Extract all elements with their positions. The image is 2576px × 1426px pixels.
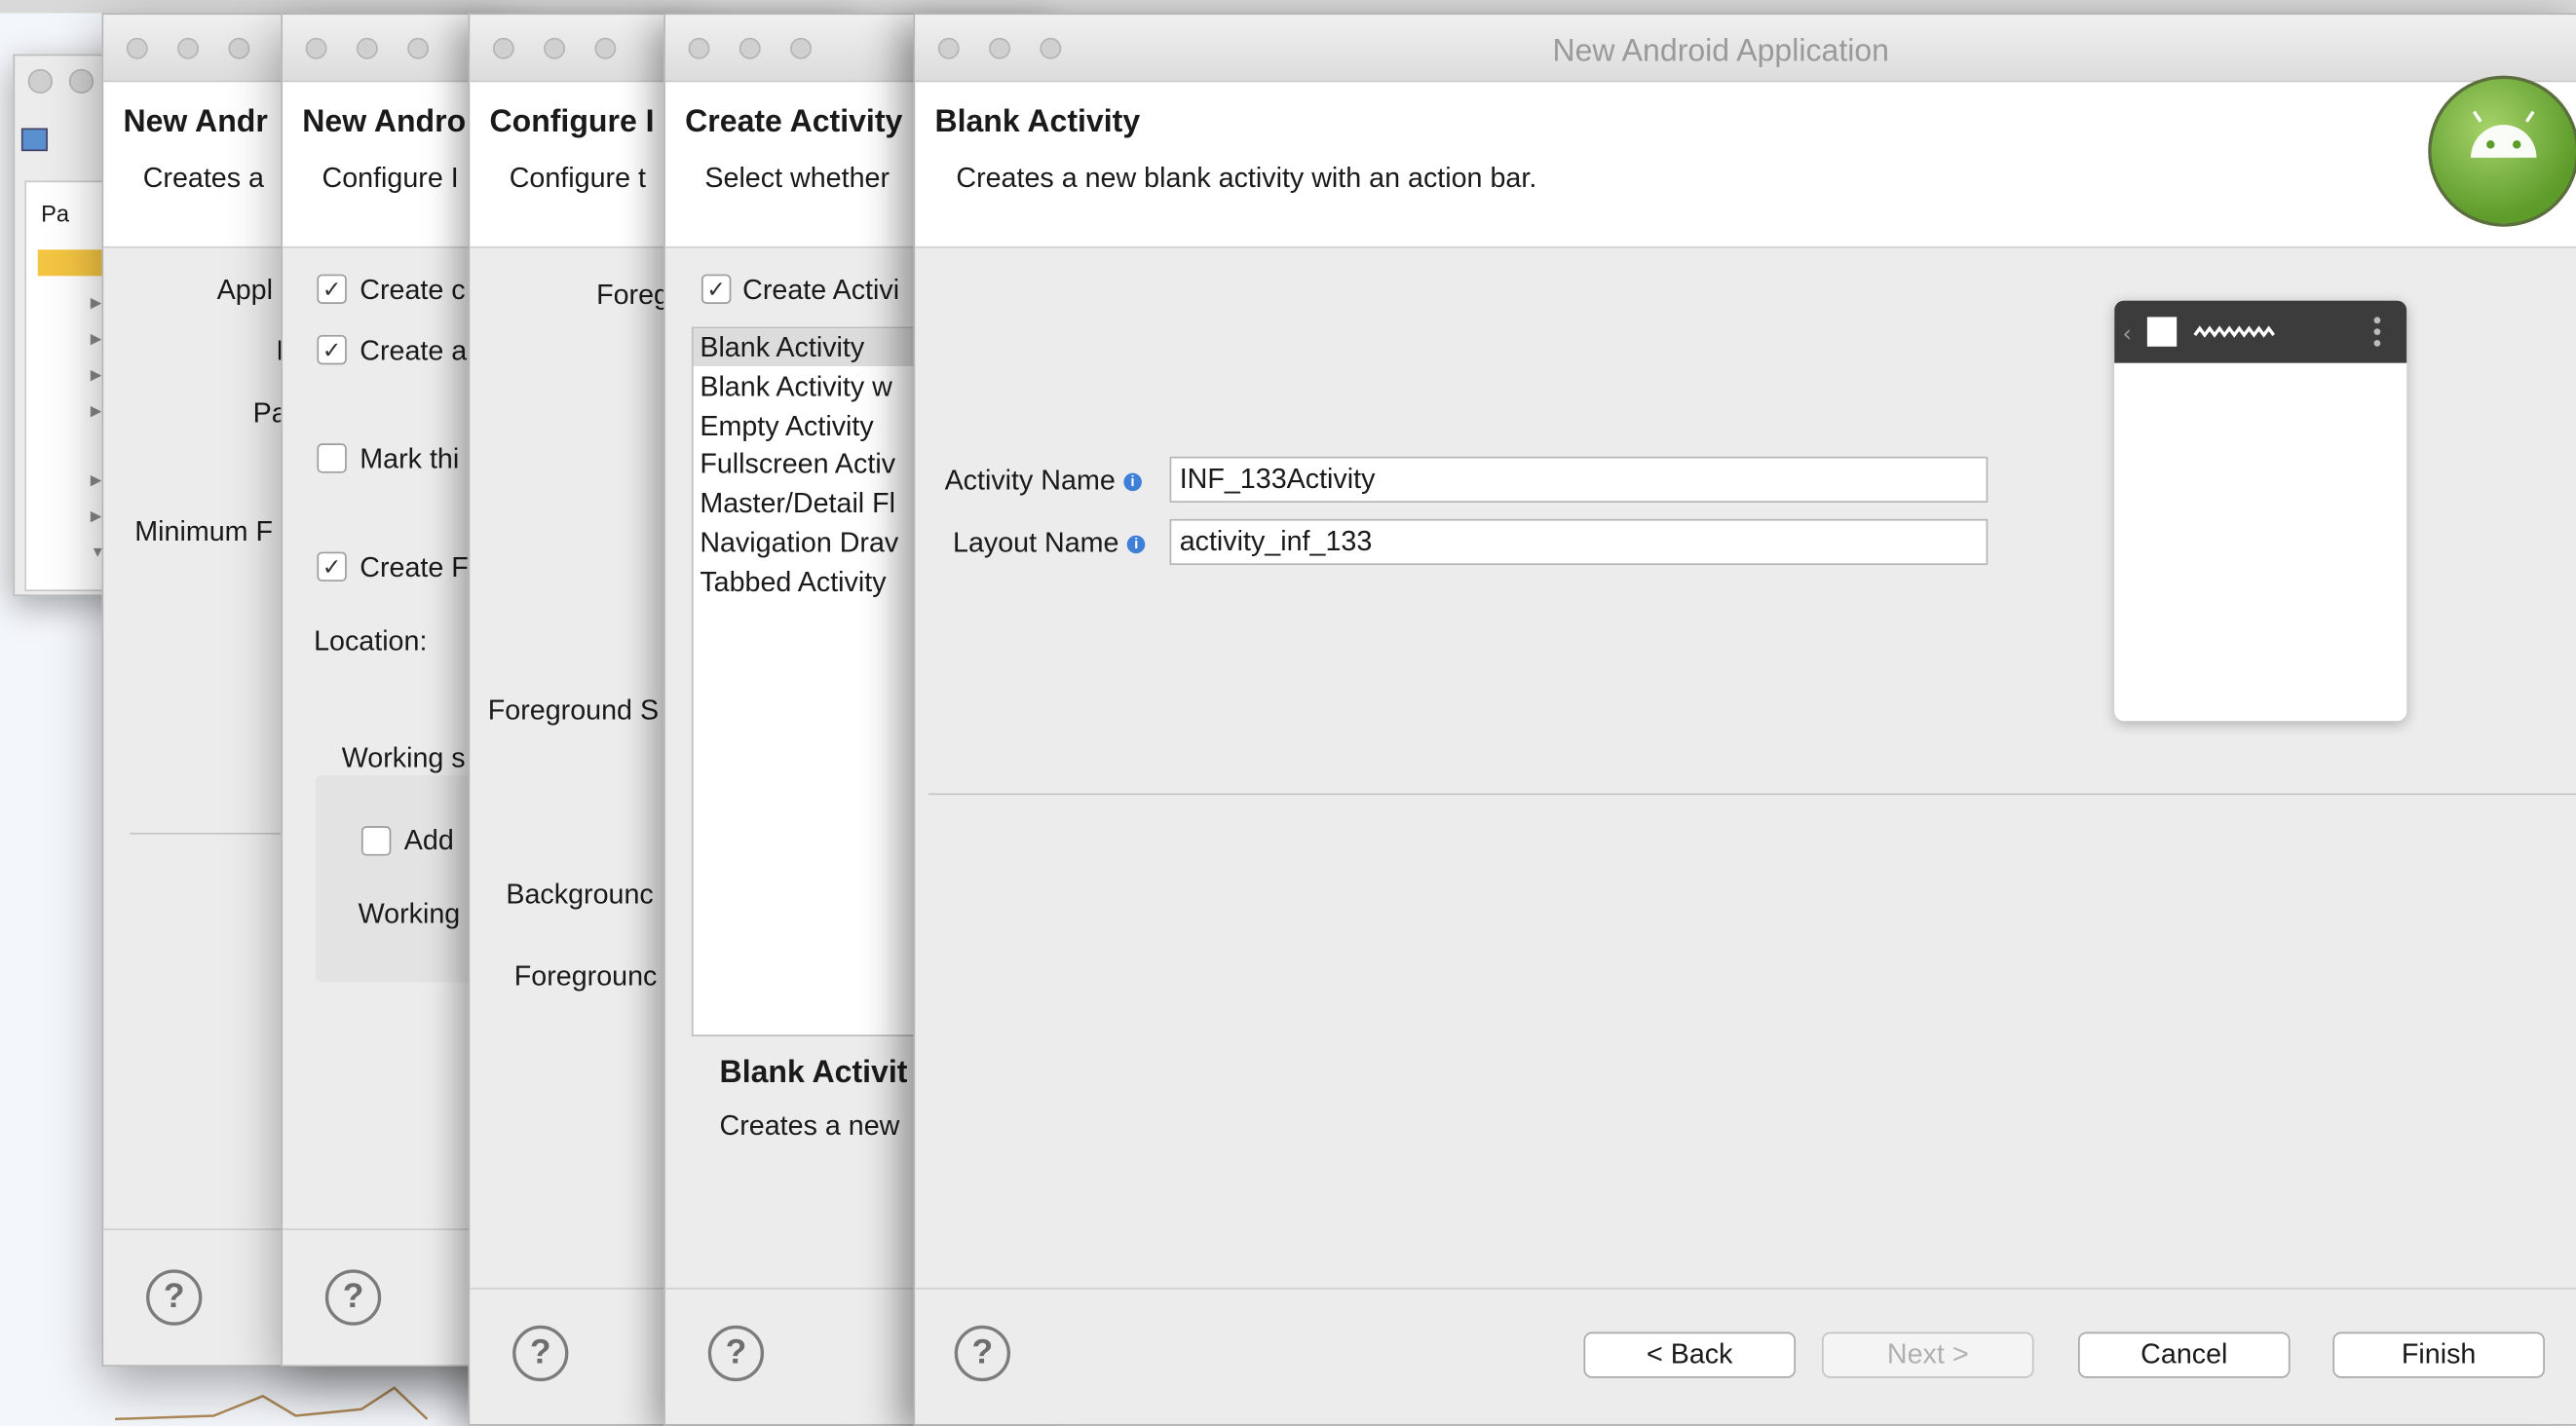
- list-item[interactable]: Master/Detail Fl: [700, 488, 895, 521]
- list-item[interactable]: Navigation Drav: [700, 527, 898, 560]
- help-icon[interactable]: ?: [707, 1325, 765, 1382]
- create-project-checkbox[interactable]: ✓: [317, 551, 347, 582]
- background-chart-fragment: [115, 1386, 429, 1421]
- page-title: Create Activity: [685, 104, 903, 140]
- help-icon[interactable]: ?: [954, 1325, 1011, 1382]
- minimize-light-icon[interactable]: [356, 37, 378, 59]
- checkbox-label: Create c: [360, 274, 466, 306]
- package-explorer-tab[interactable]: Pa: [41, 201, 69, 227]
- close-light-icon[interactable]: [305, 37, 327, 59]
- help-icon[interactable]: ?: [324, 1269, 382, 1326]
- background-color-label: Backgrounc: [506, 879, 654, 911]
- back-button[interactable]: < Back: [1583, 1332, 1797, 1378]
- tree-expand-icon[interactable]: ▶: [91, 366, 102, 385]
- close-light-icon[interactable]: [492, 37, 514, 59]
- page-title: Configure I: [489, 104, 655, 140]
- layout-name-field[interactable]: activity_inf_133: [1169, 518, 1989, 566]
- tree-expand-icon[interactable]: ▶: [91, 402, 102, 421]
- page-description: Select whether: [704, 162, 890, 194]
- page-title: Blank Activity: [934, 104, 1141, 140]
- template-detail-description: Creates a new: [719, 1109, 900, 1142]
- android-logo-icon: [2428, 75, 2576, 227]
- action-bar-preview: ‹: [2114, 300, 2407, 363]
- application-name-label: Appl: [216, 274, 273, 306]
- next-button[interactable]: Next >: [1821, 1332, 2034, 1378]
- action-bar-icons: ‹: [2123, 317, 2381, 348]
- checkbox-label: Create Activi: [742, 274, 900, 306]
- separator: [130, 832, 294, 835]
- minimize-light-icon[interactable]: [544, 37, 566, 59]
- create-icon-checkbox[interactable]: ✓: [317, 274, 347, 304]
- mark-library-checkbox[interactable]: [317, 443, 347, 473]
- page-title: New Andro: [302, 104, 467, 140]
- foreground-scaling-label: Foreground S: [487, 694, 660, 727]
- list-item[interactable]: Tabbed Activity: [700, 567, 886, 600]
- minimize-light-icon[interactable]: [989, 37, 1011, 59]
- close-light-icon[interactable]: [688, 37, 710, 59]
- page-description: Creates a: [142, 162, 264, 194]
- working-sets-label: Working s: [341, 742, 466, 774]
- info-icon[interactable]: i: [1126, 535, 1146, 554]
- checkbox-label: Create a: [360, 334, 468, 367]
- info-icon[interactable]: i: [1123, 472, 1142, 492]
- minimum-sdk-label: Minimum F: [134, 515, 274, 547]
- list-item[interactable]: Fullscreen Activ: [700, 448, 895, 481]
- minimize-light-icon[interactable]: [177, 37, 200, 59]
- separator: [928, 793, 2576, 796]
- selected-project-item[interactable]: [37, 249, 110, 277]
- activity-name-label: Activity Name i: [945, 465, 1142, 498]
- activity-name-field[interactable]: INF_133Activity: [1169, 456, 1989, 503]
- tree-expand-icon[interactable]: ▶: [91, 330, 102, 349]
- page-description: Configure I: [322, 162, 459, 194]
- add-to-working-set-checkbox[interactable]: [360, 826, 392, 856]
- mac-menu-bar: [0, 0, 2576, 14]
- activity-preview-image: ‹: [2114, 300, 2407, 722]
- tree-expand-icon[interactable]: ▶: [91, 471, 102, 490]
- close-light-icon[interactable]: [937, 37, 960, 59]
- foreground-color-label: Foregrounc: [513, 960, 658, 993]
- template-detail-title: Blank Activit: [719, 1056, 908, 1091]
- zoom-light-icon[interactable]: [228, 37, 250, 59]
- create-activity-checkbox[interactable]: ✓: [701, 274, 732, 304]
- zoom-light-icon[interactable]: [407, 37, 430, 59]
- zoom-light-icon[interactable]: [1040, 37, 1062, 59]
- close-light-icon[interactable]: [126, 37, 148, 59]
- page-title: New Andr: [123, 104, 268, 140]
- tree-expand-icon[interactable]: ▶: [91, 294, 102, 313]
- help-icon[interactable]: ?: [512, 1325, 569, 1382]
- location-label: Location:: [314, 625, 428, 657]
- layout-name-label: Layout Name i: [953, 527, 1146, 560]
- checkbox-label: Create F: [360, 551, 469, 583]
- page-description: Configure t: [509, 162, 646, 194]
- create-activity-checkbox[interactable]: ✓: [317, 334, 347, 365]
- checkbox-label: Mark thi: [360, 443, 460, 475]
- window-title: New Android Application: [1552, 34, 1889, 69]
- minimize-light-icon[interactable]: [68, 68, 95, 94]
- new-wizard-icon[interactable]: [20, 128, 48, 152]
- zoom-light-icon[interactable]: [594, 37, 617, 59]
- page-description: Creates a new blank activity with an act…: [956, 162, 1537, 194]
- list-item[interactable]: Blank Activity w: [700, 371, 892, 404]
- zoom-light-icon[interactable]: [790, 37, 812, 59]
- cancel-button[interactable]: Cancel: [2078, 1332, 2291, 1378]
- svg-text:‹: ‹: [2123, 320, 2132, 348]
- close-light-icon[interactable]: [27, 68, 53, 94]
- tree-expand-icon[interactable]: ▶: [91, 507, 102, 526]
- help-icon[interactable]: ?: [146, 1269, 203, 1326]
- working-set-label: Working: [358, 898, 461, 930]
- list-item[interactable]: Empty Activity: [700, 411, 873, 444]
- list-item[interactable]: Blank Activity: [700, 332, 864, 365]
- minimize-light-icon[interactable]: [739, 37, 761, 59]
- foreground-label: Foreg: [596, 279, 669, 311]
- finish-button[interactable]: Finish: [2332, 1332, 2545, 1378]
- checkbox-label: Add: [403, 824, 454, 856]
